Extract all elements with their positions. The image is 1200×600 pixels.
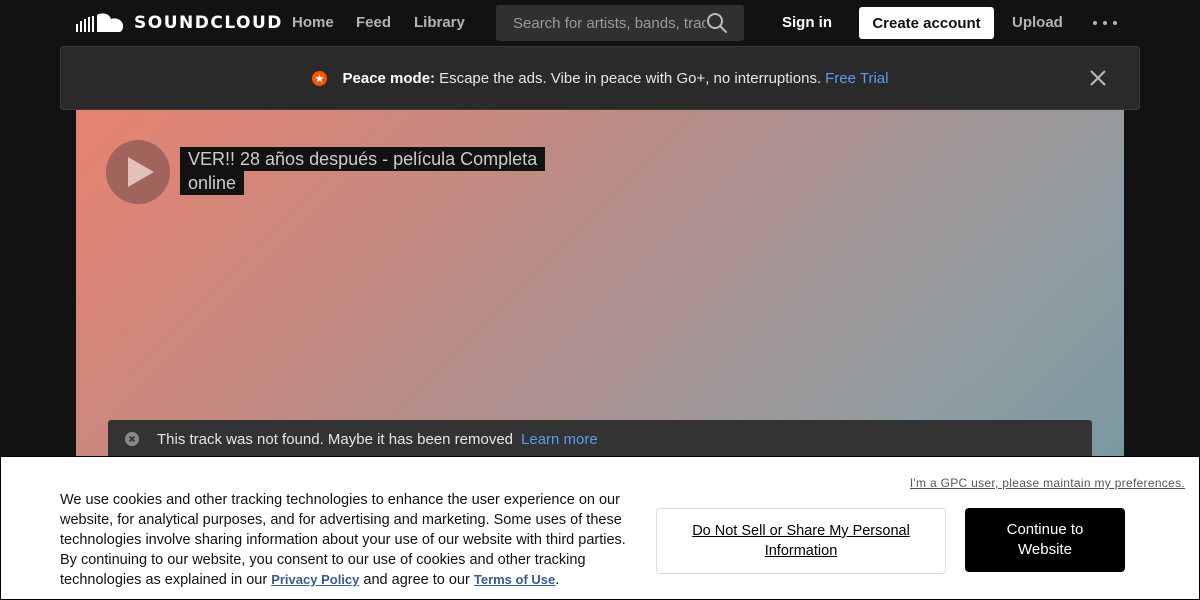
learn-more-link[interactable]: Learn more: [521, 431, 598, 448]
track-title: VER!! 28 años después - película Complet…: [180, 147, 580, 195]
dot: [1113, 21, 1117, 25]
top-navigation-bar: SOUNDCLOUD Home Feed Library Sign in Cre…: [0, 0, 1200, 46]
terms-of-use-link[interactable]: Terms of Use: [474, 572, 555, 587]
track-not-found-notice: This track was not found. Maybe it has b…: [108, 420, 1092, 458]
search-box: [496, 5, 744, 41]
nav-home[interactable]: Home: [292, 14, 334, 31]
cookie-consent-banner: I'm a GPC user, please maintain my prefe…: [0, 456, 1200, 600]
star-icon: [311, 70, 327, 86]
nav-feed[interactable]: Feed: [356, 14, 391, 31]
nav-library[interactable]: Library: [414, 14, 465, 31]
more-dots-icon[interactable]: [1093, 13, 1117, 33]
not-found-message: This track was not found. Maybe it has b…: [157, 430, 514, 448]
continue-to-website-button[interactable]: Continue to Website: [965, 508, 1125, 572]
search-input[interactable]: [496, 5, 706, 41]
soundcloud-cloud-icon: [76, 13, 124, 33]
banner-title: Peace mode:: [342, 69, 436, 87]
cookie-text-middle: and agree to our: [363, 572, 470, 588]
dot: [1103, 21, 1107, 25]
logo-text: SOUNDCLOUD: [134, 13, 283, 33]
search-icon[interactable]: [706, 12, 728, 34]
peace-mode-banner: Peace mode: Escape the ads. Vibe in peac…: [60, 46, 1140, 110]
create-account-button[interactable]: Create account: [859, 7, 994, 39]
track-title-text: VER!! 28 años después - película Complet…: [180, 147, 546, 195]
sign-in-link[interactable]: Sign in: [782, 14, 832, 31]
banner-message: Escape the ads. Vibe in peace with Go+, …: [439, 69, 822, 87]
gpc-preferences-link[interactable]: I'm a GPC user, please maintain my prefe…: [910, 476, 1185, 490]
play-button[interactable]: [106, 140, 170, 204]
do-not-sell-button[interactable]: Do Not Sell or Share My Personal Informa…: [656, 508, 946, 574]
cookie-text-end: .: [555, 572, 560, 588]
free-trial-link[interactable]: Free Trial: [825, 70, 888, 87]
upload-link[interactable]: Upload: [1012, 14, 1063, 31]
soundcloud-logo[interactable]: SOUNDCLOUD: [76, 10, 283, 36]
cookie-message: We use cookies and other tracking techno…: [60, 490, 630, 590]
close-icon[interactable]: [1089, 69, 1107, 87]
error-circle-icon: [125, 432, 139, 446]
dot: [1093, 21, 1097, 25]
privacy-policy-link[interactable]: Privacy Policy: [271, 572, 359, 587]
play-icon: [127, 157, 154, 187]
